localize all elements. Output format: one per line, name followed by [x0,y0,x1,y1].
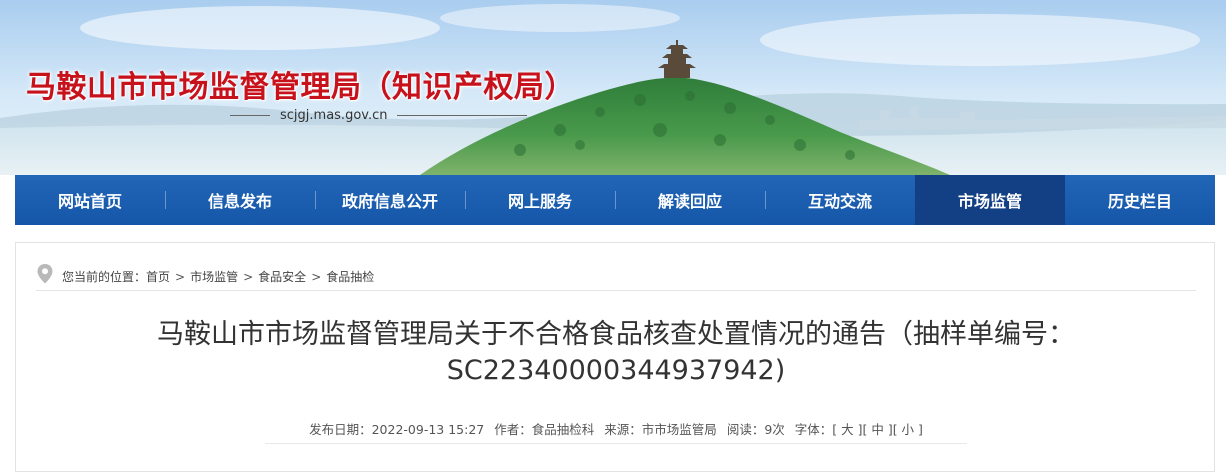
domain-divider-left [230,115,270,116]
nav-item-interaction[interactable]: 互动交流 [765,175,915,225]
font-size-large-button[interactable]: [ 大 ] [832,422,862,437]
domain-divider-right [397,115,528,116]
meta-source-label: 来源： [604,422,642,437]
meta-font-label: 字体： [794,422,833,437]
meta-views-label: 阅读： [726,422,765,437]
article-title-line1: 马鞍山市市场监督管理局关于不合格食品核查处置情况的通告（抽样单编号： [157,319,1075,350]
header-banner: 马鞍山市市场监督管理局（知识产权局） scjgj.mas.gov.cn [0,0,1226,175]
breadcrumb-food-safety[interactable]: 食品安全 [258,268,306,285]
main-nav: 网站首页 信息发布 政府信息公开 网上服务 解读回应 互动交流 市场监管 历史栏… [15,175,1215,225]
nav-item-home[interactable]: 网站首页 [15,175,165,225]
location-pin-icon [37,263,53,283]
article-container: 您当前的位置： 首页 > 市场监管 > 食品安全 > 食品抽检 马鞍山市市场监督… [15,242,1215,472]
breadcrumb: 您当前的位置： 首页 > 市场监管 > 食品安全 > 食品抽检 [36,263,1196,291]
nav-item-gov-info[interactable]: 政府信息公开 [315,175,465,225]
meta-author-label: 作者： [494,422,532,437]
site-domain: scjgj.mas.gov.cn [280,108,388,123]
meta-date: 2022-09-13 15:27 [371,422,485,437]
site-domain-row: scjgj.mas.gov.cn [230,108,528,123]
breadcrumb-separator: > [175,269,186,284]
meta-date-label: 发布日期： [309,422,372,437]
meta-divider [265,443,967,444]
article-meta: 发布日期：2022-09-13 15:27 作者：食品抽检科 来源：市市场监管局 阅读… [36,419,1196,438]
meta-author: 食品抽检科 [531,422,595,437]
font-size-small-button[interactable]: [ 小 ] [893,422,923,437]
nav-item-history[interactable]: 历史栏目 [1065,175,1215,225]
nav-item-market-supervision[interactable]: 市场监管 [915,175,1065,225]
breadcrumb-food-sampling[interactable]: 食品抽检 [326,268,374,285]
nav-item-interpretation[interactable]: 解读回应 [615,175,765,225]
nav-item-info-release[interactable]: 信息发布 [165,175,315,225]
meta-views: 9次 [764,422,785,437]
font-size-medium-button[interactable]: [ 中 ] [863,422,893,437]
meta-source: 市市场监管局 [641,422,717,437]
nav-item-online-service[interactable]: 网上服务 [465,175,615,225]
breadcrumb-separator: > [243,269,254,284]
site-title: 马鞍山市市场监督管理局（知识产权局） [26,70,575,105]
breadcrumb-prefix: 您当前的位置： [62,270,147,284]
breadcrumb-market-supervision[interactable]: 市场监管 [190,268,238,285]
article-title-line2: SC22340000344937942) [446,355,786,386]
article-title: 马鞍山市市场监督管理局关于不合格食品核查处置情况的通告（抽样单编号： SC223… [36,317,1196,389]
breadcrumb-separator: > [311,269,322,284]
breadcrumb-home[interactable]: 首页 [146,268,170,285]
